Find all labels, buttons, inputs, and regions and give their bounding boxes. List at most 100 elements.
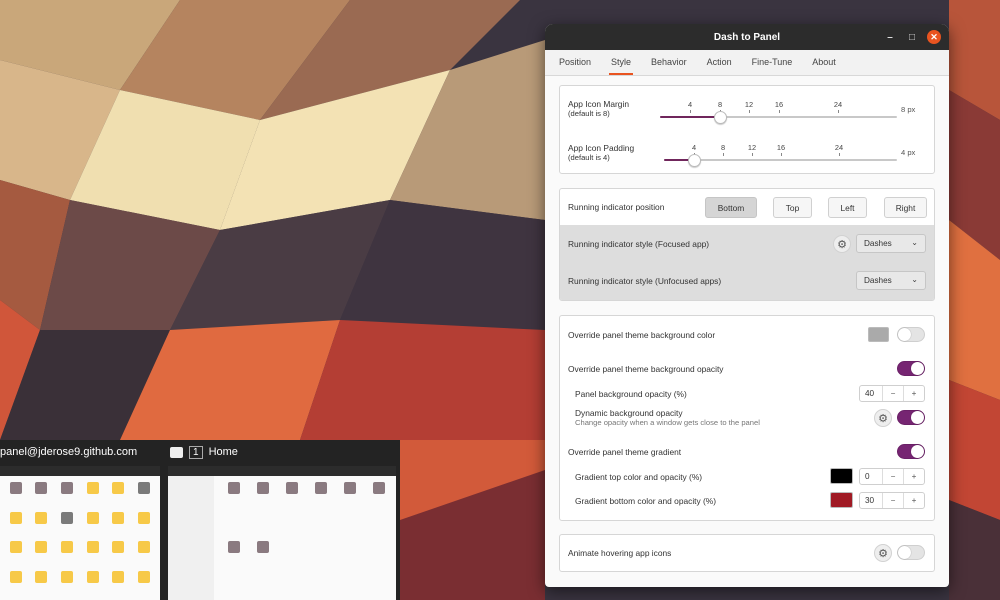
dynamic-opacity-settings-gear-icon[interactable]: ⚙ <box>874 409 892 427</box>
icon-margin-label: App Icon Margin (default is 8) <box>568 99 629 119</box>
unfocused-style-label: Running indicator style (Unfocused apps) <box>568 276 722 286</box>
tab-bar: Position Style Behavior Action Fine-Tune… <box>545 50 949 76</box>
mini-file <box>220 482 247 537</box>
gradient-bottom-value[interactable]: 30 <box>860 493 882 508</box>
window-preview-extension[interactable]: panel@jderose9.github.com <box>0 440 160 600</box>
slider-mark: 12 <box>744 100 754 109</box>
mini-file <box>132 482 156 508</box>
gradient-top-spinbutton[interactable]: 0 − + <box>859 468 925 485</box>
mini-file <box>81 541 105 567</box>
focused-style-settings-gear-icon[interactable]: ⚙ <box>833 235 851 253</box>
unfocused-style-dropdown[interactable]: Dashes ⌄ <box>856 271 926 290</box>
icon-padding-sublabel: (default is 4) <box>568 153 610 162</box>
icon-margin-slider-fill <box>660 116 720 118</box>
unfocused-style-value: Dashes <box>864 276 892 285</box>
running-indicator-position-label: Running indicator position <box>568 202 665 212</box>
mini-file <box>132 511 156 538</box>
preview-thumbnail <box>0 466 160 600</box>
animate-hover-switch[interactable] <box>897 545 925 560</box>
animate-frame: Animate hovering app icons ⚙ <box>559 534 935 572</box>
panel-opacity-value[interactable]: 40 <box>860 386 882 401</box>
position-top-button[interactable]: Top <box>773 197 812 218</box>
mini-file <box>4 511 28 538</box>
slider-mark: 12 <box>747 143 757 152</box>
window-controls: – □ ✕ <box>875 24 941 50</box>
gradient-bottom-color-swatch[interactable] <box>830 492 853 508</box>
gradient-bottom-spinbutton[interactable]: 30 − + <box>859 492 925 509</box>
animate-settings-gear-icon[interactable]: ⚙ <box>874 544 892 562</box>
close-button[interactable]: ✕ <box>927 30 941 44</box>
gradient-bottom-label: Gradient bottom color and opacity (%) <box>575 496 717 506</box>
mini-file <box>107 511 131 538</box>
slider-tick <box>749 110 750 113</box>
mini-file <box>4 482 28 508</box>
mini-file <box>107 541 131 567</box>
increment-button[interactable]: + <box>903 386 924 401</box>
mini-file <box>336 482 363 537</box>
override-bg-opacity-switch[interactable] <box>897 361 925 376</box>
dynamic-opacity-sublabel: Change opacity when a window gets close … <box>575 418 760 427</box>
panel-opacity-label: Panel background opacity (%) <box>575 389 687 399</box>
window-preview-home[interactable]: 1 Home <box>160 440 400 600</box>
slider-mark: 4 <box>687 100 693 109</box>
mini-file <box>55 570 79 597</box>
slider-mark: 16 <box>776 143 786 152</box>
running-indicator-frame: Running indicator position Bottom Top Le… <box>559 188 935 301</box>
tab-style[interactable]: Style <box>603 50 639 75</box>
tab-position[interactable]: Position <box>551 50 599 75</box>
window-titlebar[interactable]: Dash to Panel – □ ✕ <box>545 24 949 50</box>
override-bg-color-switch[interactable] <box>897 327 925 342</box>
gradient-top-value[interactable]: 0 <box>860 469 882 484</box>
minimize-button[interactable]: – <box>883 30 897 44</box>
decrement-button[interactable]: − <box>882 493 903 508</box>
slider-tick <box>752 153 753 156</box>
override-gradient-switch[interactable] <box>897 444 925 459</box>
override-theme-frame: Override panel theme background color Ov… <box>559 315 935 521</box>
mini-file <box>81 482 105 508</box>
mini-file <box>307 482 334 537</box>
decrement-button[interactable]: − <box>882 469 903 484</box>
icon-margin-slider-handle[interactable] <box>714 111 727 124</box>
tab-about[interactable]: About <box>804 50 844 75</box>
thumbnail-headerbar <box>168 466 396 476</box>
thumbnail-headerbar <box>0 466 160 476</box>
slider-mark: 24 <box>833 100 843 109</box>
tab-action[interactable]: Action <box>699 50 740 75</box>
icon-padding-slider-handle[interactable] <box>688 154 701 167</box>
mini-file <box>220 541 247 596</box>
maximize-button[interactable]: □ <box>905 30 919 44</box>
position-bottom-button[interactable]: Bottom <box>705 197 757 218</box>
mini-file <box>55 511 79 538</box>
decrement-button[interactable]: − <box>882 386 903 401</box>
dynamic-opacity-switch[interactable] <box>897 410 925 425</box>
preview-thumbnail <box>168 466 396 600</box>
mini-file <box>30 511 54 538</box>
thumbnail-file-grid <box>4 482 156 596</box>
slider-tick <box>781 153 782 156</box>
focused-style-dropdown[interactable]: Dashes ⌄ <box>856 234 926 253</box>
mini-file <box>4 541 28 567</box>
panel-bg-color-swatch[interactable] <box>868 327 889 342</box>
increment-button[interactable]: + <box>903 469 924 484</box>
panel-opacity-spinbutton[interactable]: 40 − + <box>859 385 925 402</box>
mini-file <box>132 541 156 567</box>
increment-button[interactable]: + <box>903 493 924 508</box>
preview-title-text: panel@jderose9.github.com <box>0 446 138 458</box>
tab-behavior[interactable]: Behavior <box>643 50 695 75</box>
preview-title-text: Home <box>208 446 238 458</box>
gradient-top-color-swatch[interactable] <box>830 468 853 484</box>
folder-icon <box>170 446 183 458</box>
override-gradient-label: Override panel theme gradient <box>568 447 682 457</box>
tab-fine-tune[interactable]: Fine-Tune <box>744 50 801 75</box>
position-left-button[interactable]: Left <box>828 197 867 218</box>
slider-mark: 16 <box>774 100 784 109</box>
chevron-down-icon: ⌄ <box>911 275 918 284</box>
gradient-top-label: Gradient top color and opacity (%) <box>575 472 703 482</box>
position-right-button[interactable]: Right <box>884 197 927 218</box>
mini-file <box>107 482 131 508</box>
slider-mark: 8 <box>720 143 726 152</box>
dynamic-opacity-label: Dynamic background opacity Change opacit… <box>575 408 760 428</box>
chevron-down-icon: ⌄ <box>911 238 918 247</box>
preview-title: panel@jderose9.github.com <box>0 442 137 462</box>
mini-file <box>132 570 156 597</box>
